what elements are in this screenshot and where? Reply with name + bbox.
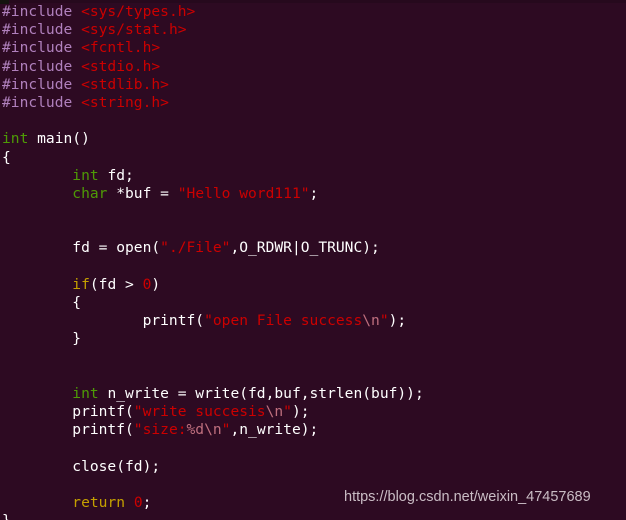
code-token: return (72, 494, 126, 512)
code-line: #include <stdlib.h> (2, 76, 626, 94)
code-token: #include (2, 57, 82, 75)
code-token: <sys/types.h> (81, 3, 196, 20)
code-token: } (2, 330, 82, 348)
code-line: { (2, 294, 626, 312)
code-token: ); (291, 403, 310, 421)
code-line: } (2, 330, 626, 348)
code-line: int n_write = write(fd,buf,strlen(buf)); (2, 385, 626, 403)
code-token: printf( (2, 312, 205, 330)
code-token: ; (309, 184, 319, 202)
code-token: <sys/stat.h> (81, 21, 187, 39)
code-token: <stdio.h> (81, 57, 161, 75)
code-token: \n (204, 421, 222, 439)
code-token: char (72, 184, 108, 202)
code-token: %d (186, 421, 205, 439)
code-line: char *buf = "Hello word111"; (2, 185, 626, 203)
code-token: main() (28, 130, 90, 148)
code-line: #include <sys/types.h> (2, 3, 626, 21)
code-token: int (72, 384, 99, 402)
code-token: if (72, 275, 90, 293)
code-token: int (2, 130, 29, 148)
code-token: ); (388, 312, 407, 330)
code-line: fd = open("./File",O_RDWR|O_TRUNC); (2, 239, 626, 257)
code-token: "./File" (160, 239, 231, 257)
code-line: printf("write succesis\n"); (2, 403, 626, 421)
code-token: n_write = write(fd,buf,strlen(buf)); (98, 384, 424, 402)
code-token: *buf = (107, 184, 178, 202)
code-line: } (2, 512, 626, 520)
code-token: close(fd); (2, 457, 161, 475)
code-token: "open File success (204, 312, 363, 330)
code-line: #include <string.h> (2, 94, 626, 112)
code-token: <stdlib.h> (81, 75, 169, 93)
code-token: ,O_RDWR|O_TRUNC); (230, 239, 380, 257)
code-token: 0 (133, 494, 143, 512)
code-line: #include <fcntl.h> (2, 39, 626, 57)
code-token: printf( (2, 421, 134, 439)
code-line: int main() (2, 130, 626, 148)
code-token: " (283, 403, 292, 421)
code-token: { (2, 148, 11, 166)
code-line: int fd; (2, 167, 626, 185)
code-token: "size: (133, 421, 187, 439)
code-token: "Hello word111" (177, 184, 310, 202)
code-line: { (2, 149, 626, 167)
code-token: #include (2, 75, 82, 93)
code-token: ,n_write); (230, 421, 319, 439)
code-line: #include <stdio.h> (2, 58, 626, 76)
code-line: #include <sys/stat.h> (2, 21, 626, 39)
code-line: if(fd > 0) (2, 276, 626, 294)
code-token: fd = open( (2, 239, 161, 257)
code-token: } (2, 512, 11, 520)
code-token: "write succesis (133, 403, 266, 421)
csdn-watermark: https://blog.csdn.net/weixin_47457689 (344, 489, 591, 505)
code-screenshot: #include <sys/types.h> #include <sys/stat… (0, 0, 626, 520)
code-token: \n (362, 312, 380, 330)
code-token: <fcntl.h> (81, 39, 161, 57)
code-line: printf("size:%d\n",n_write); (2, 421, 626, 439)
code-token: #include (2, 21, 82, 39)
code-area[interactable]: #include <sys/types.h> #include <sys/stat… (2, 3, 626, 520)
code-token: #include (2, 3, 82, 20)
code-token: ) (151, 275, 161, 293)
code-token: #include (2, 39, 82, 57)
code-line: close(fd); (2, 458, 626, 476)
code-line: printf("open File success\n"); (2, 312, 626, 330)
code-token: int (72, 166, 99, 184)
code-token: #include (2, 93, 82, 111)
code-token: " (379, 312, 389, 330)
code-token: <string.h> (81, 93, 169, 111)
code-token: printf( (2, 403, 134, 421)
code-token: \n (265, 403, 284, 421)
code-token: ; (142, 494, 152, 512)
code-token: (fd > (89, 275, 143, 293)
code-token: { (2, 294, 82, 311)
code-token: fd; (98, 166, 134, 184)
